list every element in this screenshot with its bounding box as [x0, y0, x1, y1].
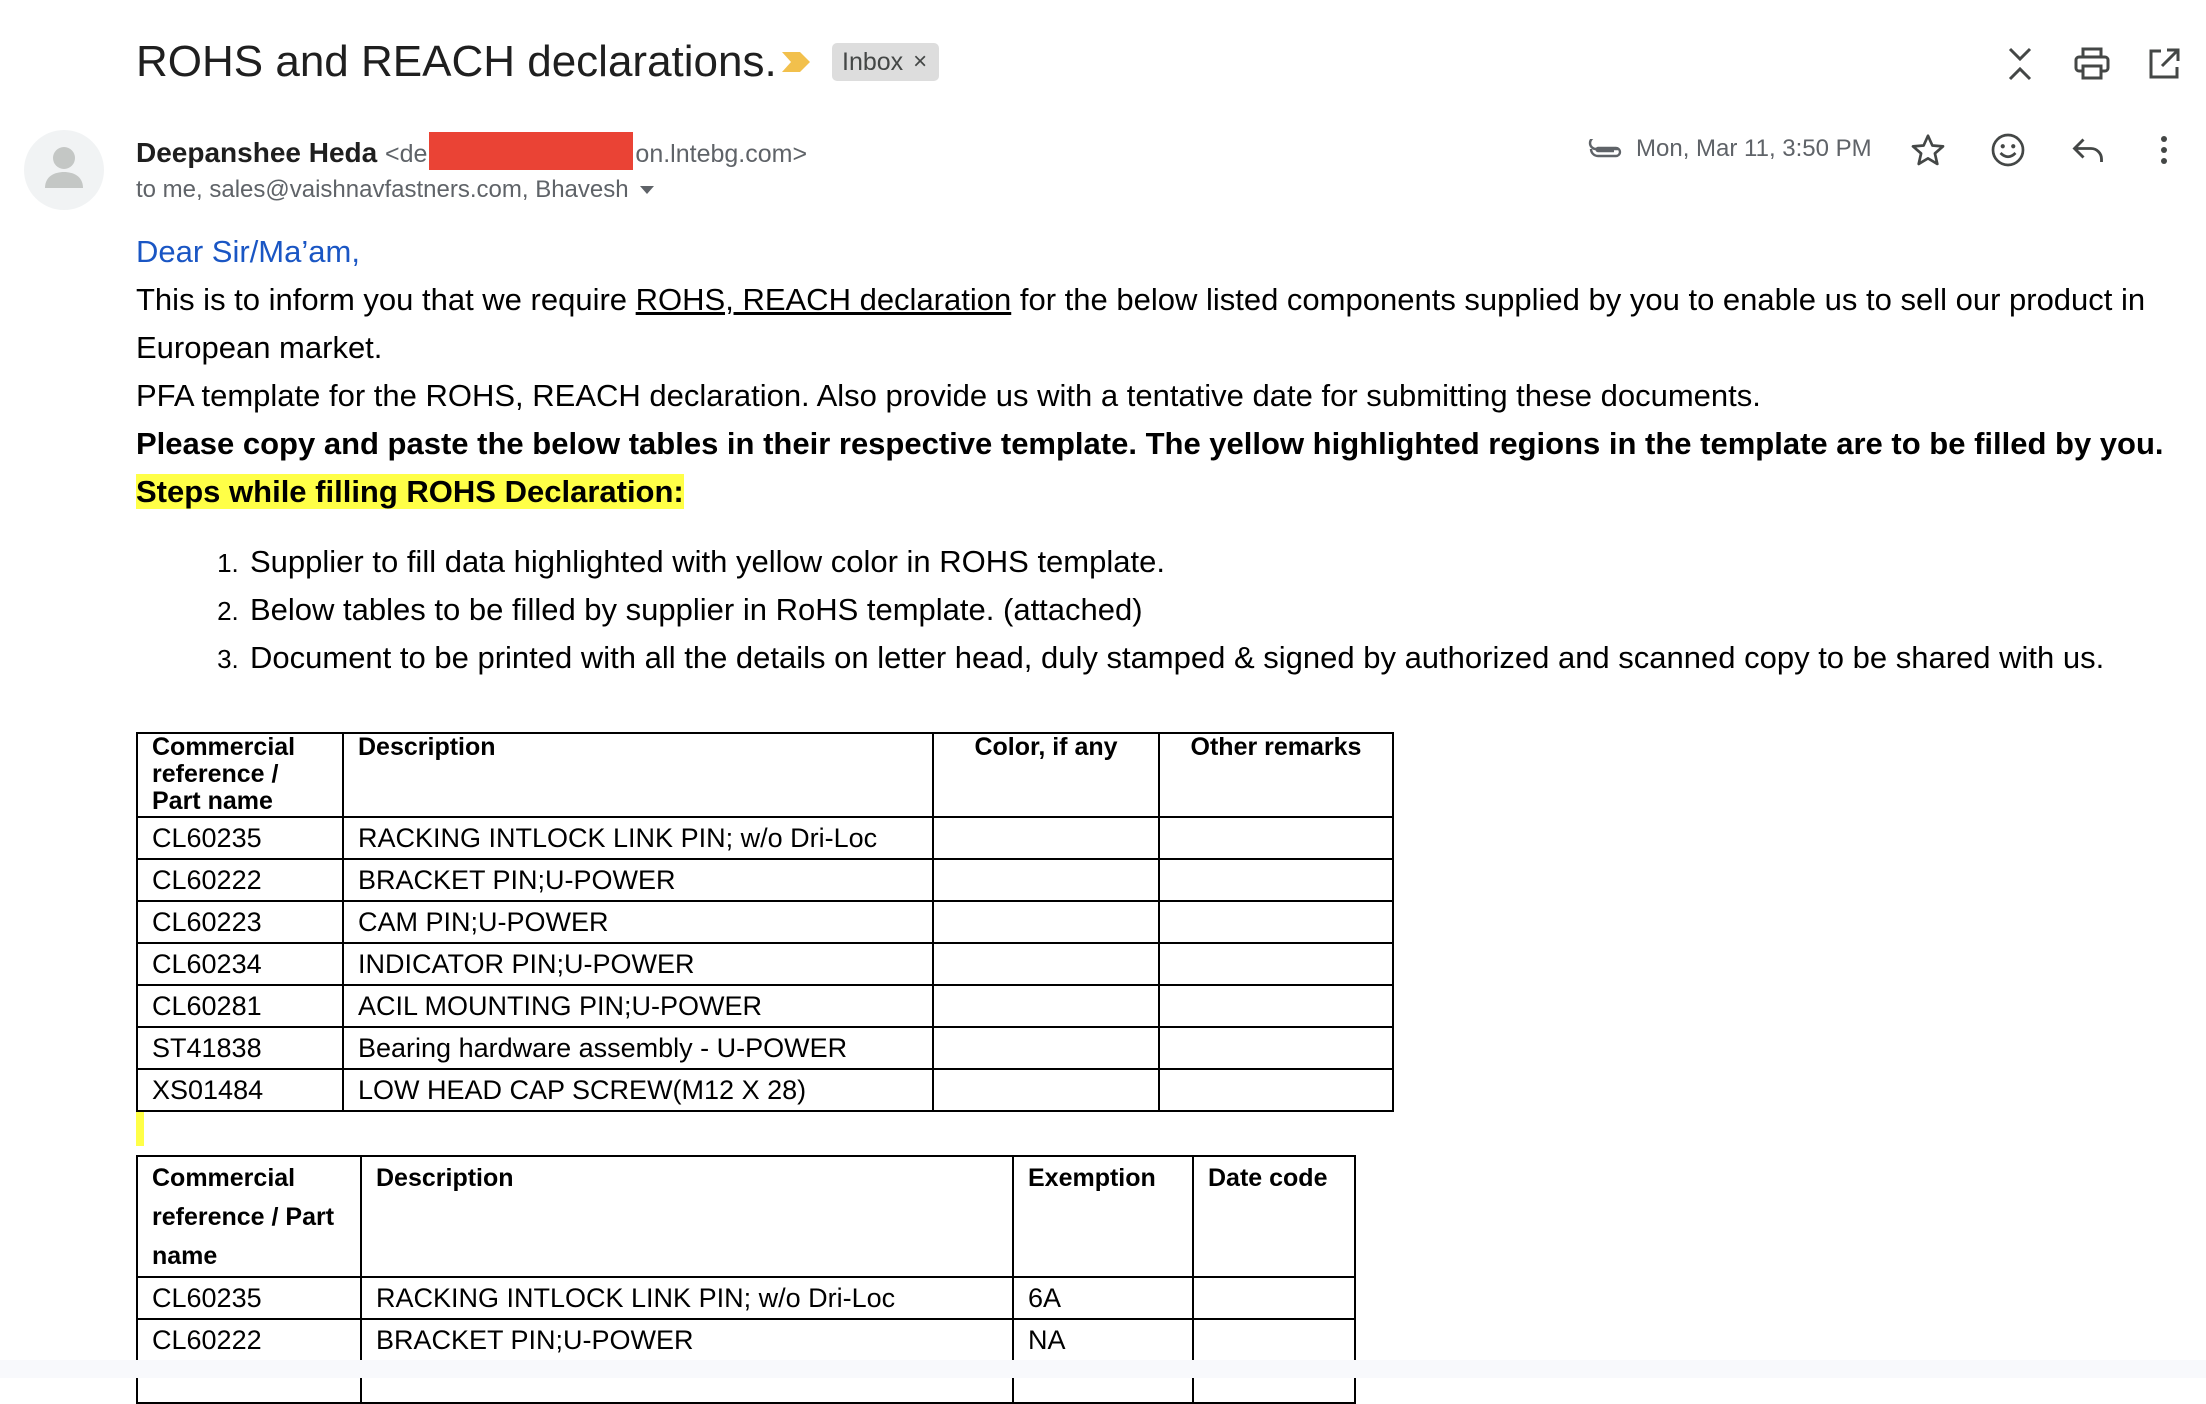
table-cell: RACKING INTLOCK LINK PIN; w/o Dri-Loc [360, 1276, 1014, 1320]
table-header-cell: Commercial reference / Part name [136, 1155, 362, 1278]
rohs-reach-link: ROHS, REACH declaration [635, 282, 1012, 317]
table-cell [1158, 942, 1394, 986]
table-cell: CL60222 [136, 1318, 362, 1362]
table-header-cell: Description [360, 1155, 1014, 1278]
email-subject: ROHS and REACH declarations. [136, 37, 777, 86]
table-cell: CL60281 [136, 984, 344, 1028]
sender-name[interactable]: Deepanshee Heda [136, 137, 377, 168]
date-row: Mon, Mar 11, 3:50 PM [1588, 132, 1872, 166]
steps-list: Supplier to fill data highlighted with y… [136, 538, 2196, 682]
print-icon[interactable] [2070, 42, 2114, 86]
list-item: Below tables to be filled by supplier in… [246, 586, 2196, 634]
steps-heading-text: Steps while filling ROHS Declaration: [136, 474, 684, 509]
more-vert-icon[interactable] [2140, 126, 2188, 174]
table-cell [932, 1026, 1160, 1070]
table-header-cell: Color, if any [932, 732, 1160, 818]
star-icon[interactable] [1904, 126, 1952, 174]
table-header-cell: Commercial reference / Part name [136, 732, 344, 818]
table-cell: CL60235 [136, 1276, 362, 1320]
remove-label-button[interactable]: × [913, 48, 927, 76]
table-cell: CAM PIN;U-POWER [342, 900, 934, 944]
steps-heading: Steps while filling ROHS Declaration: [136, 468, 2196, 516]
redaction-box [429, 132, 634, 170]
table-cell: BRACKET PIN;U-POWER [342, 858, 934, 902]
table-header-cell: Exemption [1012, 1155, 1194, 1278]
paragraph-template: PFA template for the ROHS, REACH declara… [136, 378, 1761, 413]
table-cell: CL60235 [136, 816, 344, 860]
table-header-cell: Date code [1192, 1155, 1356, 1278]
table-cell [1158, 1068, 1394, 1112]
emoji-react-icon[interactable] [1984, 126, 2032, 174]
table-cell: RACKING INTLOCK LINK PIN; w/o Dri-Loc [342, 816, 934, 860]
table-cell: Bearing hardware assembly - U-POWER [342, 1026, 934, 1070]
table-cell: CL60234 [136, 942, 344, 986]
table-row: ST41838 Bearing hardware assembly - U-POW… [136, 1026, 1394, 1070]
table-cell: ACIL MOUNTING PIN;U-POWER [342, 984, 934, 1028]
paragraph-request-start: This is to inform you that we require [136, 282, 636, 317]
email-body: Dear Sir/Ma’am, This is to inform you th… [136, 228, 2196, 682]
inbox-label-chip: Inbox × [832, 43, 940, 81]
sender-email-start: <de [385, 140, 428, 168]
avatar [24, 130, 104, 210]
bottom-edge [0, 1360, 2206, 1378]
reply-icon[interactable] [2064, 126, 2112, 174]
table-row: CL60235 RACKING INTLOCK LINK PIN; w/o Dri… [136, 816, 1394, 860]
caret-down-icon [639, 186, 654, 194]
table-cell [1158, 984, 1394, 1028]
table-row: XS01484 LOW HEAD CAP SCREW(M12 X 28) [136, 1068, 1394, 1112]
table-cell [932, 984, 1160, 1028]
table-row: CL60235 RACKING INTLOCK LINK PIN; w/o Dri… [136, 1276, 1356, 1320]
table-cell [932, 942, 1160, 986]
rohs-table-1: Commercial reference / Part name Descrip… [136, 732, 1394, 1112]
table-row: CL60281 ACIL MOUNTING PIN;U-POWER [136, 984, 1394, 1028]
sender-line: Deepanshee Heda <de on.lntebg.com> [136, 132, 807, 171]
collapse-all-icon[interactable] [1998, 42, 2042, 86]
table-cell: CL60222 [136, 858, 344, 902]
list-item: Supplier to fill data highlighted with y… [246, 538, 2196, 586]
table-row: CL60222 BRACKET PIN;U-POWER NA [136, 1318, 1356, 1362]
list-item: Document to be printed with all the deta… [246, 634, 2196, 682]
table-cell: CL60223 [136, 900, 344, 944]
inbox-label-text: Inbox [842, 47, 904, 76]
table-cell: BRACKET PIN;U-POWER [360, 1318, 1014, 1362]
table-cell: INDICATOR PIN;U-POWER [342, 942, 934, 986]
email-date: Mon, Mar 11, 3:50 PM [1636, 135, 1872, 162]
table-cell: ST41838 [136, 1026, 344, 1070]
table-cell: 6A [1012, 1276, 1194, 1320]
table-cell [1158, 858, 1394, 902]
table-row: CL60223 CAM PIN;U-POWER [136, 900, 1394, 944]
table-cell: NA [1012, 1318, 1194, 1362]
table-cell [1192, 1318, 1356, 1362]
table-cell: XS01484 [136, 1068, 344, 1112]
table-header-row: Commercial reference / Part name Descrip… [136, 1155, 1356, 1278]
table-cell [1158, 1026, 1394, 1070]
attachment-icon [1588, 139, 1622, 158]
table-header-row: Commercial reference / Part name Descrip… [136, 732, 1394, 818]
highlight-marker [136, 1112, 144, 1146]
table-row: CL60234 INDICATOR PIN;U-POWER [136, 942, 1394, 986]
open-in-new-window-icon[interactable] [2142, 42, 2186, 86]
table-cell [932, 1068, 1160, 1112]
paragraph-request: This is to inform you that we require RO… [136, 276, 2196, 372]
table-cell [1158, 816, 1394, 860]
table-header-cell: Other remarks [1158, 732, 1394, 818]
person-avatar-icon [45, 147, 83, 188]
sender-email-end: on.lntebg.com> [635, 140, 808, 168]
table-cell: LOW HEAD CAP SCREW(M12 X 28) [342, 1068, 934, 1112]
table-cell [932, 858, 1160, 902]
table-cell [932, 816, 1160, 860]
table-cell [1158, 900, 1394, 944]
recipients-text: to me, sales@vaishnavfastners.com, Bhave… [136, 176, 629, 203]
table-header-cell: Description [342, 732, 934, 818]
paragraph-instructions: Please copy and paste the below tables i… [136, 426, 2164, 461]
greeting: Dear Sir/Ma’am, [136, 234, 360, 269]
table-row: CL60222 BRACKET PIN;U-POWER [136, 858, 1394, 902]
importance-marker-icon[interactable] [780, 48, 812, 76]
recipients-line[interactable]: to me, sales@vaishnavfastners.com, Bhave… [136, 174, 655, 206]
table-cell [932, 900, 1160, 944]
table-cell [1192, 1276, 1356, 1320]
